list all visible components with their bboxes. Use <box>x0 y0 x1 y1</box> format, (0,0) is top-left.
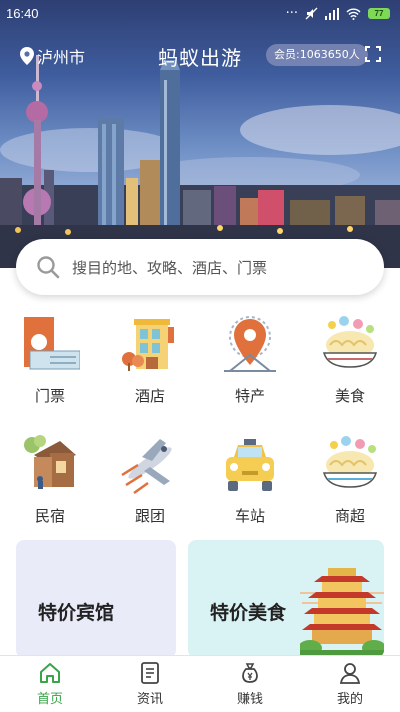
money-bag-icon <box>242 663 258 683</box>
category-label: 酒店 <box>134 387 165 405</box>
category-label: 特产 <box>234 387 265 405</box>
search-placeholder: 搜目的地、攻略、酒店、门票 <box>72 259 268 277</box>
category-group-tour[interactable]: 跟团 <box>100 435 200 535</box>
pagoda-image <box>300 568 384 658</box>
nav-label: 资讯 <box>136 692 163 707</box>
category-label: 门票 <box>34 387 65 405</box>
mute-icon <box>305 7 318 20</box>
nav-label: 首页 <box>36 692 63 707</box>
nav-news[interactable]: 资讯 <box>100 656 200 712</box>
wifi-icon <box>346 8 361 20</box>
status-icons: ··· 77 <box>286 6 390 21</box>
profile-icon <box>339 663 361 684</box>
bottom-navigation: 首页 资讯 赚钱 我的 <box>0 655 400 712</box>
promo-title: 特价宾馆 <box>38 602 115 624</box>
ticket-icon <box>24 317 80 370</box>
promo-hotel-card[interactable]: 特价宾馆 <box>16 540 176 658</box>
supermarket-icon <box>323 436 377 488</box>
homestay-icon <box>24 435 76 489</box>
category-label: 车站 <box>234 507 265 525</box>
station-icon <box>226 439 274 491</box>
promo-title: 特价美食 <box>210 602 287 624</box>
group-tour-icon <box>121 439 172 495</box>
category-homestay[interactable]: 民宿 <box>0 435 100 535</box>
food-icon <box>323 316 377 368</box>
category-station[interactable]: 车站 <box>200 435 300 535</box>
fullscreen-icon[interactable] <box>365 46 381 62</box>
category-label: 美食 <box>334 387 365 405</box>
category-hotel[interactable]: 酒店 <box>100 315 200 415</box>
nav-label: 我的 <box>336 692 363 707</box>
promo-food-card[interactable]: 特价美食 <box>188 540 384 658</box>
search-bar[interactable]: 搜目的地、攻略、酒店、门票 <box>16 239 384 295</box>
home-icon <box>40 663 60 683</box>
status-time: 16:40 <box>6 6 39 21</box>
signal-icon <box>325 7 339 20</box>
status-bar: 16:40 ··· 77 <box>0 0 400 28</box>
search-icon <box>37 256 60 279</box>
specialty-icon <box>224 316 276 372</box>
hero-banner: 16:40 ··· 77 泸州市 蚂蚁出游 会员:1063650人 <box>0 0 400 268</box>
hotel-icon <box>122 319 174 371</box>
nav-home[interactable]: 首页 <box>0 656 100 712</box>
nav-label: 赚钱 <box>236 692 263 707</box>
category-supermarket[interactable]: 商超 <box>300 435 400 535</box>
nav-earn[interactable]: 赚钱 <box>200 656 300 712</box>
category-label: 商超 <box>334 507 365 525</box>
top-bar: 泸州市 蚂蚁出游 会员:1063650人 <box>0 36 400 76</box>
member-count-badge[interactable]: 会员:1063650人 <box>266 44 368 66</box>
battery-icon: 77 <box>368 8 390 19</box>
category-label: 民宿 <box>34 507 65 525</box>
category-tickets[interactable]: 门票 <box>0 315 100 415</box>
category-specialty[interactable]: 特产 <box>200 315 300 415</box>
category-label: 跟团 <box>134 507 165 525</box>
news-icon <box>141 662 159 684</box>
category-food[interactable]: 美食 <box>300 315 400 415</box>
nav-profile[interactable]: 我的 <box>300 656 400 712</box>
dots-icon: ··· <box>285 6 298 21</box>
